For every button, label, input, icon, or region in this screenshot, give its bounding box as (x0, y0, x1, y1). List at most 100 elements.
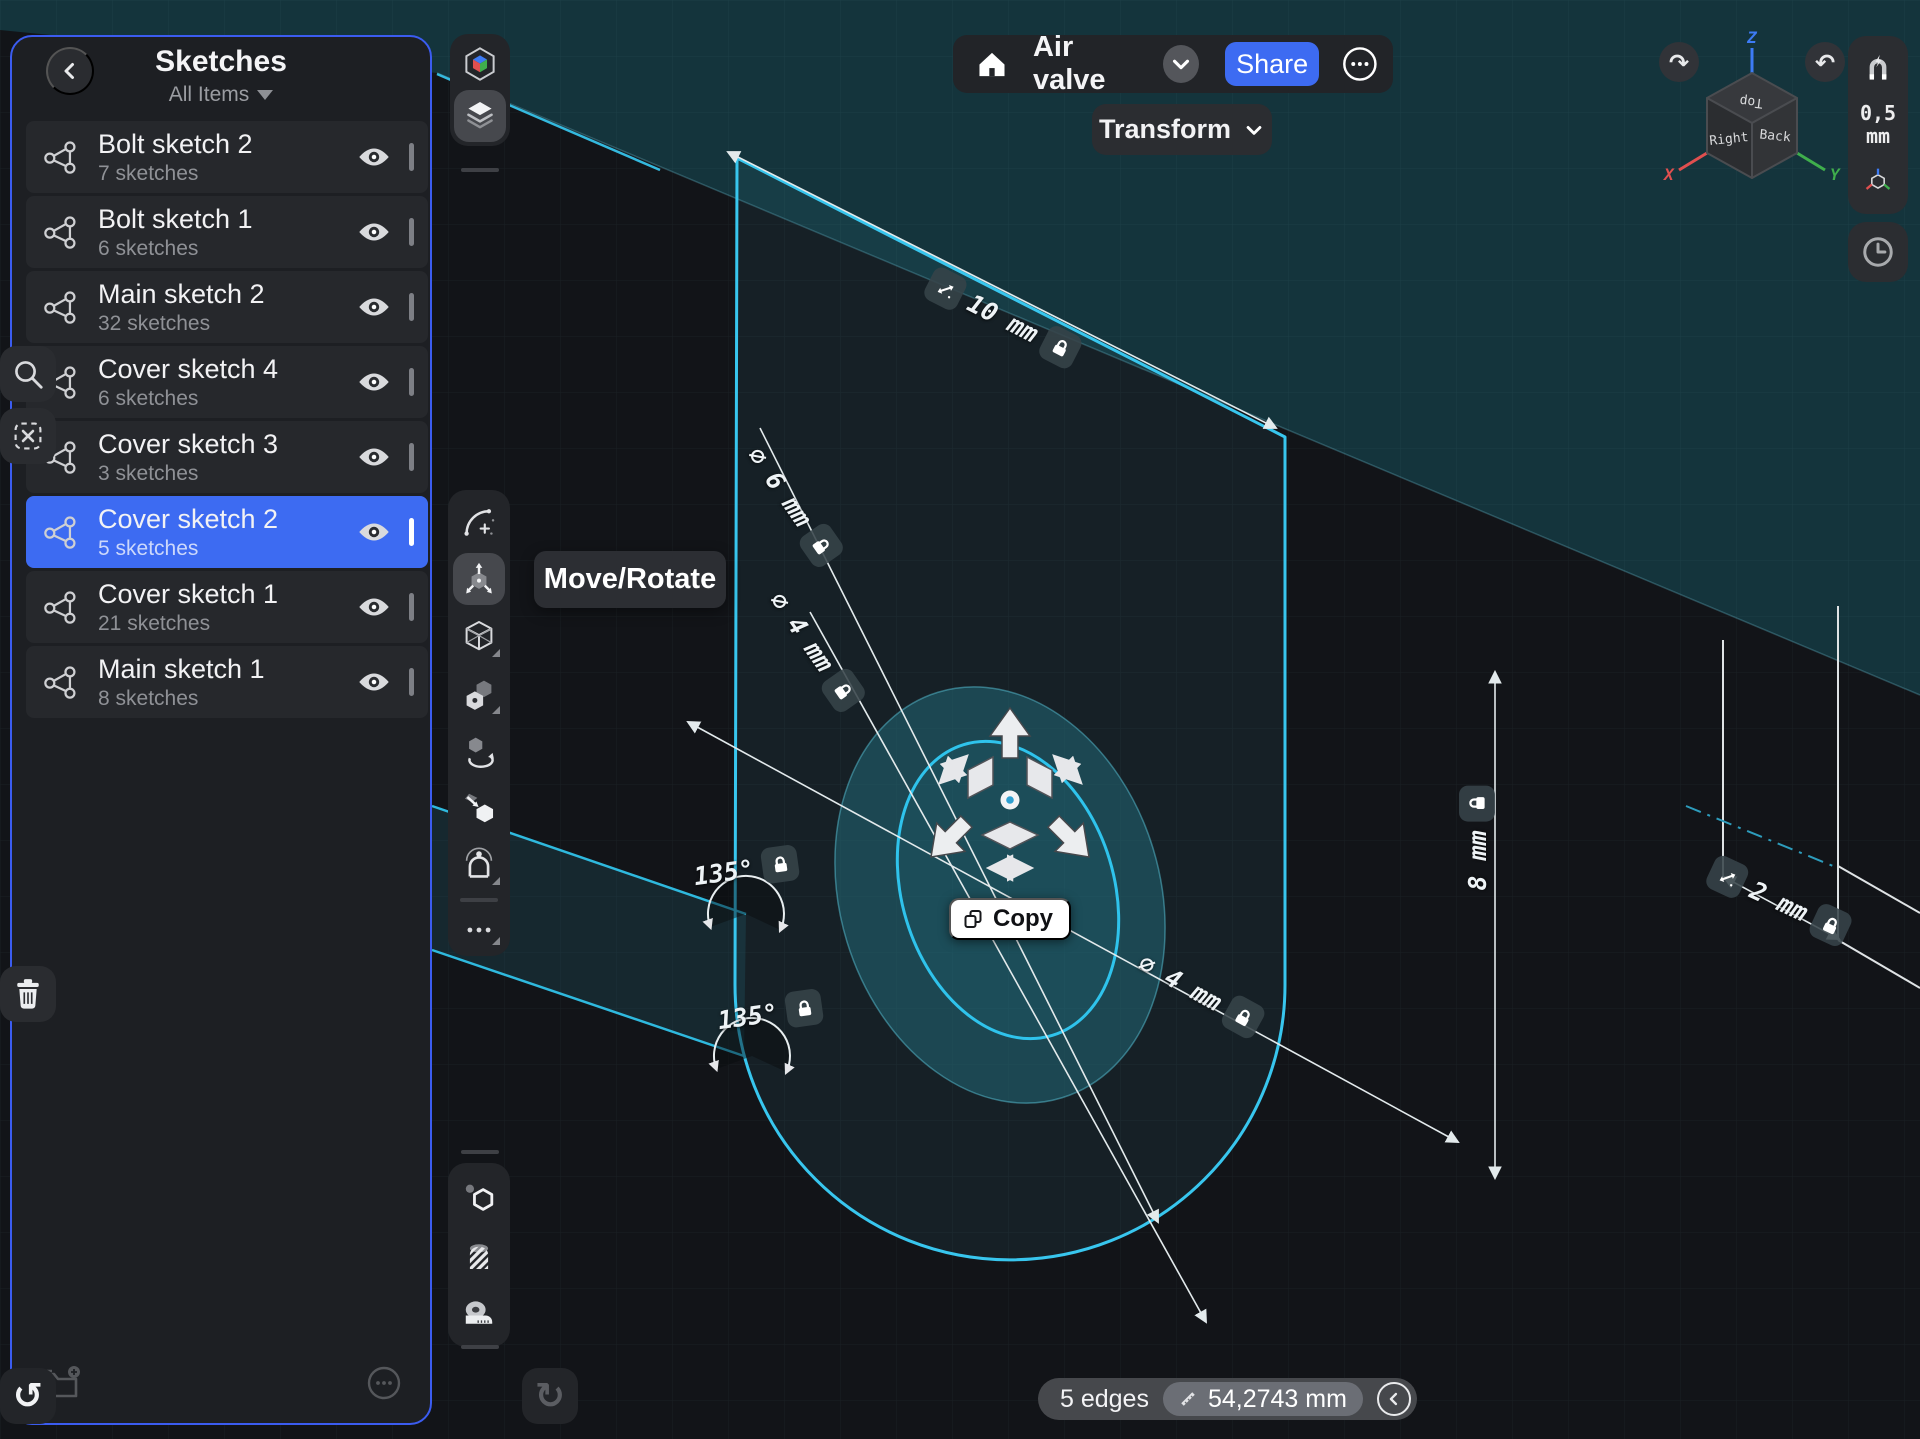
sketch-item-label: Bolt sketch 1 (98, 204, 339, 235)
sketch-nodes-icon (42, 213, 80, 251)
drag-handle[interactable] (409, 593, 414, 621)
chevron-down-icon (1243, 119, 1265, 141)
measurement-pill[interactable]: 54,2743 mm (1163, 1382, 1363, 1416)
visibility-eye-icon[interactable] (357, 145, 391, 169)
more-options-icon[interactable] (364, 1363, 404, 1403)
lock-icon[interactable] (1459, 785, 1495, 821)
visibility-eye-icon[interactable] (357, 595, 391, 619)
sketch-item-label: Cover sketch 3 (98, 429, 339, 460)
measure-button[interactable] (454, 1288, 504, 1338)
panel-title: Sketches (12, 45, 430, 79)
drag-handle[interactable] (409, 293, 414, 321)
snap-increment[interactable]: 0,5 mm (1860, 102, 1896, 148)
home-icon[interactable] (975, 48, 1009, 81)
collapse-status-button[interactable] (1377, 1382, 1411, 1416)
visibility-eye-icon[interactable] (357, 370, 391, 394)
section-view-button[interactable] (454, 1230, 504, 1280)
sketch-item-label: Cover sketch 2 (98, 504, 339, 535)
sketch-item-label: Bolt sketch 2 (98, 129, 339, 160)
measure-tape-icon (460, 1294, 498, 1332)
chevron-down-icon (257, 90, 273, 100)
history-button[interactable] (1848, 222, 1908, 282)
layers-icon (461, 97, 499, 135)
more-menu-icon[interactable] (1341, 44, 1379, 84)
snap-settings: 0,5 mm (1848, 36, 1908, 214)
more-tools-button[interactable] (453, 910, 505, 950)
deselect-x-icon (9, 417, 47, 455)
deselect-button[interactable] (0, 408, 56, 464)
undo-button[interactable]: ↺ (0, 1368, 56, 1424)
delete-button[interactable] (0, 966, 56, 1022)
revolve-tool-button[interactable] (453, 724, 505, 776)
visibility-eye-icon[interactable] (357, 670, 391, 694)
sketch-item-count: 7 sketches (98, 162, 339, 186)
transform-dropdown[interactable]: Transform (1092, 104, 1272, 155)
drag-handle[interactable] (409, 218, 414, 246)
dimension-value[interactable]: 135° (716, 998, 780, 1035)
filter-dropdown[interactable]: All Items (12, 83, 430, 107)
drag-handle[interactable] (409, 368, 414, 396)
orientation-axes-icon[interactable] (1863, 166, 1893, 196)
align-tool-button[interactable] (453, 781, 505, 833)
clock-history-icon (1860, 234, 1896, 270)
sketch-list: Bolt sketch 2 7 sketches Bolt sketch 1 6… (12, 121, 430, 718)
sketch-nodes-icon (42, 138, 80, 176)
rotate-cw-icon: ↷ (1669, 49, 1689, 77)
search-button[interactable] (0, 346, 56, 402)
move-rotate-icon (460, 560, 498, 598)
ellipsis-icon (460, 911, 498, 949)
move-rotate-tool-button[interactable] (453, 553, 505, 605)
sketch-list-item[interactable]: Bolt sketch 1 6 sketches (26, 196, 428, 268)
panel-header: Sketches All Items (12, 37, 430, 121)
sketch-item-count: 6 sketches (98, 237, 339, 261)
sketch-nodes-icon (42, 288, 80, 326)
sketch-list-item[interactable]: Main sketch 2 32 sketches (26, 271, 428, 343)
y-axis (1797, 153, 1825, 170)
document-toolbar: Air valve Share (953, 35, 1393, 93)
lock-icon[interactable] (784, 988, 825, 1029)
body-tool-button[interactable] (453, 610, 505, 662)
document-title[interactable]: Air valve (1033, 31, 1147, 97)
sketch-list-item[interactable]: Cover sketch 3 3 sketches (26, 421, 428, 493)
drag-handle[interactable] (409, 443, 414, 471)
divider (460, 898, 498, 902)
wireframe-cube-icon (460, 617, 498, 655)
dimension-value[interactable]: 8 mm (1463, 830, 1492, 890)
sketch-list-item[interactable]: Cover sketch 4 6 sketches (26, 346, 428, 418)
appearance-hexagon-icon (460, 1178, 498, 1216)
visibility-eye-icon[interactable] (357, 520, 391, 544)
dimension-label-8mm[interactable]: 8 mm (1459, 785, 1495, 890)
share-button[interactable]: Share (1225, 42, 1319, 86)
appearance-button[interactable] (454, 1172, 504, 1222)
primitives-tool-button[interactable] (453, 667, 505, 719)
visibility-eye-icon[interactable] (357, 445, 391, 469)
redo-icon: ↻ (535, 1376, 565, 1417)
drag-handle[interactable] (409, 518, 414, 546)
shapr3d-logo-button[interactable] (454, 38, 506, 90)
sketch-list-item-selected[interactable]: Cover sketch 2 5 sketches (26, 496, 428, 568)
dimension-value[interactable]: 135° (692, 854, 756, 891)
sketch-item-count: 8 sketches (98, 687, 339, 711)
sketch-list-item[interactable]: Main sketch 1 8 sketches (26, 646, 428, 718)
drag-handle[interactable] (409, 143, 414, 171)
shell-tool-button[interactable] (453, 838, 505, 890)
sketch-list-item[interactable]: Bolt sketch 2 7 sketches (26, 121, 428, 193)
magnet-snap-icon[interactable] (1863, 54, 1893, 84)
view-cube[interactable]: ↷ ↶ Z X Y Top Right Back (1645, 28, 1880, 203)
x-axis-label: X (1662, 165, 1675, 184)
lock-icon[interactable] (760, 844, 801, 885)
layers-panel-button[interactable] (454, 90, 506, 142)
visibility-eye-icon[interactable] (357, 295, 391, 319)
drag-handle[interactable] (409, 668, 414, 696)
redo-button[interactable]: ↻ (522, 1368, 578, 1424)
visibility-eye-icon[interactable] (357, 220, 391, 244)
gizmo-center-dot (1006, 796, 1014, 804)
section-hatch-icon (460, 1236, 498, 1274)
document-menu-button[interactable] (1163, 45, 1199, 83)
sketch-list-item[interactable]: Cover sketch 1 21 sketches (26, 571, 428, 643)
sketch-tool-button[interactable] (453, 496, 505, 548)
sketch-item-count: 5 sketches (98, 537, 339, 561)
app-menu-group (450, 34, 510, 146)
sketch-item-label: Main sketch 2 (98, 279, 339, 310)
copy-button[interactable]: Copy (949, 898, 1071, 940)
